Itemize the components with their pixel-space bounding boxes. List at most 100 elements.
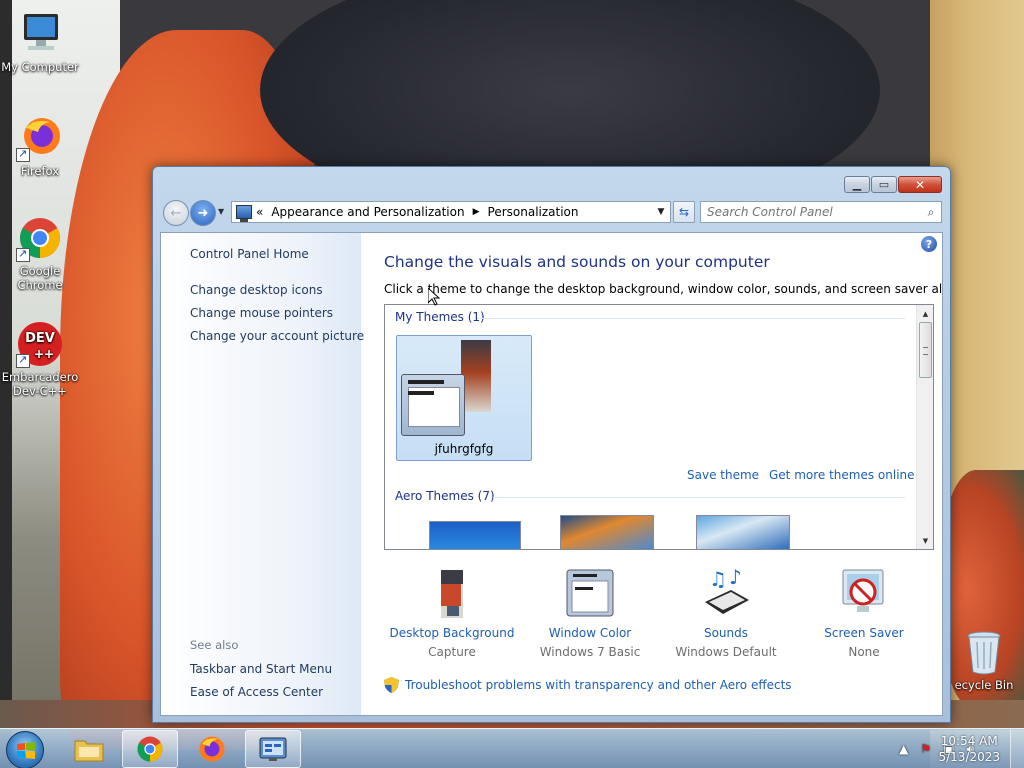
desktop-icon-label: My Computer <box>1 60 79 74</box>
desktop-icon-recycle-bin[interactable]: ecycle Bin <box>944 630 1024 692</box>
aero-theme-architecture-thumbnail[interactable] <box>560 515 654 549</box>
screen-saver-setting[interactable]: Screen Saver None <box>794 560 934 659</box>
sidebar-link-ease-of-access[interactable]: Ease of Access Center <box>190 685 323 699</box>
sounds-value: Windows Default <box>675 645 777 659</box>
aero-themes-heading: Aero Themes (7) <box>395 489 495 503</box>
minimize-icon: ▁ <box>852 178 862 191</box>
recent-pages-dropdown[interactable]: ▼ <box>218 207 224 216</box>
minimize-button[interactable]: ▁ <box>844 176 870 193</box>
desktop-icon-label: Firefox <box>20 164 60 178</box>
desktop-icon-firefox[interactable]: Firefox <box>0 114 80 178</box>
maximize-button[interactable]: ▭ <box>871 176 897 193</box>
window-color-setting[interactable]: Window Color Windows 7 Basic <box>520 560 660 659</box>
breadcrumb-overflow[interactable]: « <box>256 205 263 219</box>
save-theme-link[interactable]: Save theme <box>687 468 759 482</box>
troubleshoot-aero-link[interactable]: Troubleshoot problems with transparency … <box>384 677 792 693</box>
scrollbar-thumb[interactable] <box>919 322 932 378</box>
svg-text:♪: ♪ <box>729 568 742 589</box>
window-color-label[interactable]: Window Color <box>520 626 660 640</box>
taskbar-firefox-button[interactable] <box>184 730 240 768</box>
show-desktop-button[interactable] <box>1010 729 1024 768</box>
theme-list-scrollbar[interactable]: ▲ ▼ <box>916 305 933 549</box>
window-caption-buttons: ▁ ▭ ✕ <box>843 176 942 193</box>
search-icon[interactable]: ⌕ <box>921 205 941 220</box>
close-button[interactable]: ✕ <box>898 176 942 193</box>
content-area: Control Panel Home Change desktop icons … <box>160 232 943 716</box>
firefox-icon <box>199 736 225 762</box>
page-description: Click a theme to change the desktop back… <box>384 282 943 296</box>
desktop-background-setting[interactable]: Desktop Background Capture <box>382 560 522 659</box>
scroll-up-icon[interactable]: ▲ <box>917 305 933 322</box>
taskbar-explorer-button[interactable] <box>61 730 117 768</box>
window-color-icon <box>565 568 615 620</box>
action-center-icon[interactable]: ⚑ <box>920 742 931 756</box>
sidebar-link-change-mouse-pointers[interactable]: Change mouse pointers <box>190 306 333 320</box>
desktop-background-label[interactable]: Desktop Background <box>382 626 522 640</box>
desktop-background-icon <box>427 568 477 620</box>
personalization-window: ▁ ▭ ✕ ← ➜ ▼ « Appearance and Personaliza… <box>152 166 951 723</box>
breadcrumb-separator-icon[interactable]: ▶ <box>473 207 480 217</box>
see-also-heading: See also <box>190 638 239 652</box>
desktop-icon-label: Google Chrome <box>17 264 63 292</box>
aero-theme-characters-thumbnail[interactable] <box>696 515 790 549</box>
sidebar-link-taskbar-start-menu[interactable]: Taskbar and Start Menu <box>190 662 332 676</box>
folder-icon <box>74 740 104 762</box>
svg-text:DEV: DEV <box>25 331 55 346</box>
desktop-icon-my-computer[interactable]: My Computer <box>0 10 80 74</box>
scroll-down-icon[interactable]: ▼ <box>917 532 933 549</box>
svg-text:++: ++ <box>34 347 54 361</box>
screen-saver-label[interactable]: Screen Saver <box>794 626 934 640</box>
back-arrow-icon: ← <box>170 205 182 221</box>
address-dropdown-icon[interactable]: ▼ <box>652 207 670 217</box>
firefox-icon <box>16 114 64 162</box>
sounds-setting[interactable]: ♫ ♪ Sounds Windows Default <box>656 560 796 659</box>
theme-name: jfuhrgfgfg <box>434 442 494 456</box>
theme-preview-icon <box>401 340 491 436</box>
sidebar-link-change-account-picture[interactable]: Change your account picture <box>190 329 364 343</box>
task-sidebar: Control Panel Home Change desktop icons … <box>161 233 364 715</box>
mouse-cursor-icon <box>427 286 441 306</box>
refresh-icon: ⇆ <box>678 205 690 219</box>
sidebar-link-change-desktop-icons[interactable]: Change desktop icons <box>190 283 323 297</box>
get-more-themes-link[interactable]: Get more themes online <box>769 468 915 482</box>
taskbar-clock[interactable]: 10:54 AM 5/13/2023 <box>938 733 1000 765</box>
sidebar-link-control-panel-home[interactable]: Control Panel Home <box>190 247 309 261</box>
sounds-icon: ♫ ♪ <box>701 565 751 620</box>
control-panel-icon <box>259 737 287 761</box>
refresh-button[interactable]: ⇆ <box>673 201 695 223</box>
desktop-icon-google-chrome[interactable]: Google Chrome <box>0 214 80 292</box>
taskbar-chrome-button[interactable] <box>122 730 178 768</box>
troubleshoot-link-text[interactable]: Troubleshoot problems with transparency … <box>405 678 792 692</box>
uac-shield-icon <box>384 677 399 693</box>
search-input[interactable] <box>701 205 921 219</box>
chrome-icon <box>16 214 64 262</box>
search-box: ⌕ <box>700 201 942 223</box>
theme-list: My Themes (1) jfuhrgfgfg Save theme Get … <box>384 304 934 550</box>
help-icon[interactable]: ? <box>921 236 937 252</box>
navigation-bar: ← ➜ ▼ « Appearance and Personalization ▶… <box>161 198 942 226</box>
theme-tile-selected[interactable]: jfuhrgfgfg <box>396 335 532 461</box>
start-button[interactable] <box>6 731 44 768</box>
maximize-icon: ▭ <box>878 178 890 191</box>
screen-saver-icon <box>839 568 889 620</box>
forward-arrow-icon: ➜ <box>197 205 209 221</box>
forward-button[interactable]: ➜ <box>190 200 216 226</box>
control-panel-icon <box>236 205 252 222</box>
shortcut-arrow-icon <box>16 353 30 368</box>
shortcut-arrow-icon <box>16 147 30 162</box>
desktop-icon-dev-cpp[interactable]: DEV ++ Embarcadero Dev-C++ <box>0 320 80 398</box>
address-bar[interactable]: « Appearance and Personalization ▶ Perso… <box>231 201 671 223</box>
show-hidden-icons-arrow-icon[interactable]: ▲ <box>899 742 908 756</box>
windows-logo-icon <box>17 742 35 759</box>
chrome-icon <box>137 736 163 762</box>
clock-date: 5/13/2023 <box>938 750 1000 764</box>
desktop-icon-label: ecycle Bin <box>954 678 1014 692</box>
back-button[interactable]: ← <box>163 200 189 226</box>
breadcrumb-appearance[interactable]: Appearance and Personalization <box>271 205 464 219</box>
sounds-label[interactable]: Sounds <box>656 626 796 640</box>
breadcrumb-personalization[interactable]: Personalization <box>488 205 579 219</box>
desktop-icon-label: Embarcadero Dev-C++ <box>1 370 79 398</box>
taskbar-control-panel-button[interactable] <box>245 730 301 768</box>
aero-theme-windows7-thumbnail[interactable] <box>429 521 521 549</box>
group-divider <box>477 318 905 319</box>
